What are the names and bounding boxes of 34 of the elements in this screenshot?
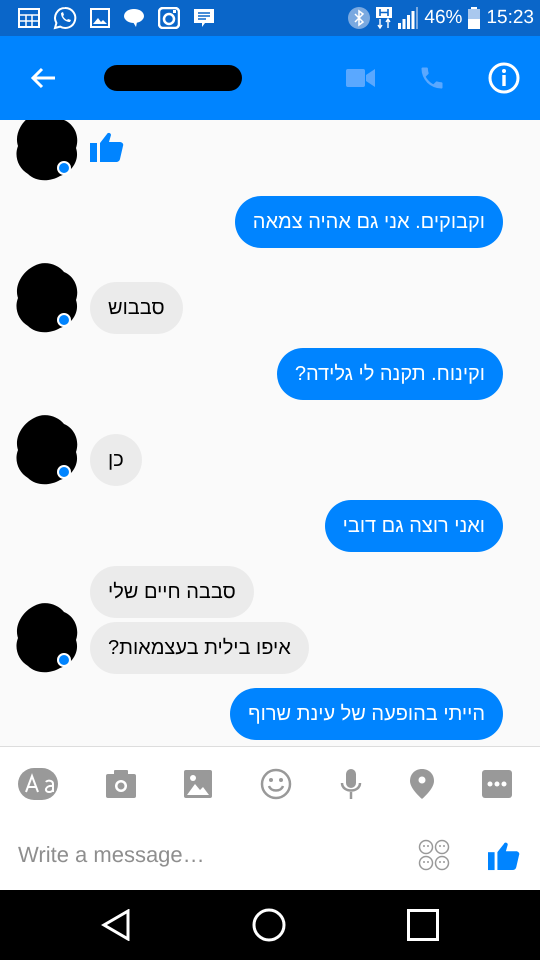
sent-message: ואני רוצה גם דובי <box>324 500 503 552</box>
image-icon[interactable] <box>184 770 212 798</box>
bluetooth-icon <box>348 7 370 29</box>
sent-message: הייתי בהופעה של עינת שרוף <box>230 688 503 740</box>
calendar-icon <box>18 8 40 28</box>
message-icon <box>193 8 215 28</box>
info-icon[interactable] <box>488 62 520 94</box>
battery-percent: 46% <box>424 7 462 29</box>
received-message: כן <box>90 434 142 486</box>
sent-message: וקבוקים. אני גם אהיה צמאה <box>234 196 503 248</box>
more-icon[interactable] <box>482 770 512 798</box>
stickers-icon[interactable] <box>418 839 450 871</box>
home-icon[interactable] <box>252 908 286 942</box>
back-icon[interactable] <box>100 909 131 941</box>
thumbs-up-icon <box>90 130 124 162</box>
battery-icon <box>468 7 480 29</box>
recents-icon[interactable] <box>407 909 440 941</box>
camera-icon[interactable] <box>106 770 136 798</box>
chat-bubble-icon <box>123 8 145 28</box>
data-arrows-icon <box>376 7 392 29</box>
signal-icon <box>398 7 418 29</box>
clock: 15:23 <box>486 7 534 29</box>
video-camera-icon[interactable] <box>346 68 376 88</box>
camera-icon <box>158 7 180 29</box>
received-message: סבבוש <box>90 282 183 334</box>
image-icon <box>90 8 110 28</box>
text-style-icon[interactable] <box>18 768 58 800</box>
smiley-icon[interactable] <box>260 768 292 800</box>
location-pin-icon[interactable] <box>410 768 434 798</box>
received-message: איפו בילית בעצמאות? <box>90 622 309 674</box>
microphone-icon[interactable] <box>340 768 362 798</box>
received-message: סבבה חיים שלי <box>90 566 254 618</box>
chat-phone-icon <box>53 6 77 30</box>
sent-message: וקינוח. תקנה לי גלידה? <box>276 348 503 400</box>
